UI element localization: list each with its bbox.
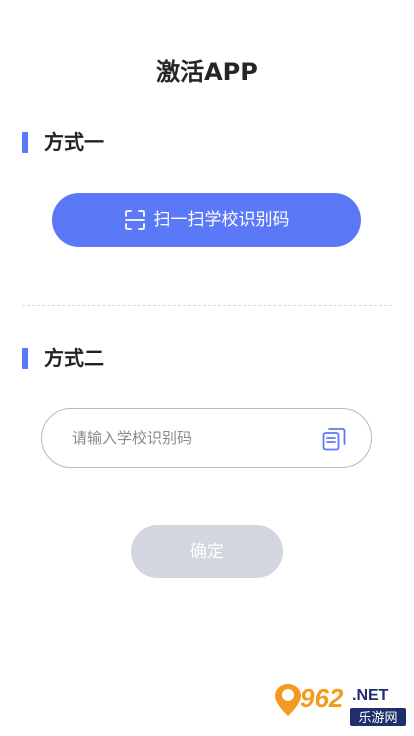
watermark-pin-icon xyxy=(275,684,301,716)
method-two-header: 方式二 xyxy=(22,346,104,370)
section-accent-bar xyxy=(22,347,28,369)
scan-school-code-button[interactable]: 扫一扫学校识别码 xyxy=(52,193,361,247)
watermark-site-name: 乐游网 xyxy=(358,711,397,726)
watermark-domain: .NET xyxy=(352,687,389,704)
watermark-number: 962 xyxy=(300,683,344,713)
confirm-button-label: 确定 xyxy=(190,541,224,562)
method-one-header: 方式一 xyxy=(22,130,104,154)
scan-frame-icon xyxy=(124,210,145,230)
site-watermark-logo: 962 .NET 乐游网 xyxy=(275,683,406,726)
method-one-title: 方式一 xyxy=(44,130,104,154)
page-title: 激活APP xyxy=(156,58,258,86)
school-code-input[interactable] xyxy=(72,409,302,467)
scan-button-label: 扫一扫学校识别码 xyxy=(153,210,290,230)
copy-paste-icon[interactable] xyxy=(321,426,347,452)
method-two-title: 方式二 xyxy=(44,346,104,370)
confirm-button[interactable]: 确定 xyxy=(131,525,283,578)
section-accent-bar xyxy=(22,131,28,153)
school-code-field xyxy=(41,408,372,468)
section-divider xyxy=(22,305,392,306)
